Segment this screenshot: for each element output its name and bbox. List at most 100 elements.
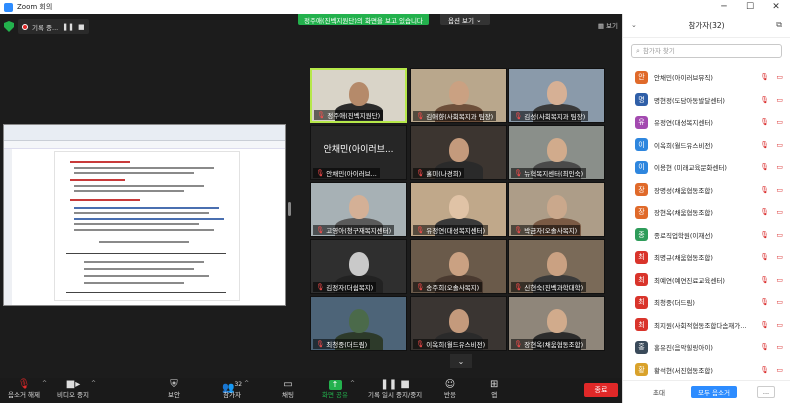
participant-video-tile[interactable]: 🎙 뉴혁목지센터(최인숙) [508,125,605,180]
doc-text-line [74,218,224,220]
invite-button[interactable]: 초대 [645,386,673,398]
participants-button[interactable]: 👥32 참가자 ^ [222,378,249,400]
mic-muted-icon: 🎙 [760,230,769,239]
participant-video-tile[interactable]: 🎙 유정연(대성복지센터) [410,182,507,237]
view-button[interactable]: ▦ 보기 [598,20,618,30]
stop-video-button[interactable]: ■▸ 비디오 중지 ^ [57,378,96,400]
mic-muted-icon: 🎙 [316,226,325,234]
participant-row[interactable]: 황 황석현(서진협동조합) 🎙 ▭ [623,359,790,382]
mic-muted-icon: 🎙 [514,283,523,291]
security-shield-icon[interactable] [4,21,14,32]
participant-row[interactable]: 종 종로직업학원(이재선) 🎙 ▭ [623,224,790,247]
mic-muted-icon: 🎙 [760,118,769,126]
share-screen-icon: ↑ [328,380,342,390]
participant-row[interactable]: 최 최지원(사회적협동조합다솜재가... 🎙 ▭ [623,314,790,337]
participant-video-tile[interactable]: 🎙 정주애(진벡지원단) [310,68,407,123]
participant-name: 최청중(더드림) [654,299,695,308]
share-options-caret[interactable]: ^ [350,380,355,387]
doc-text-line [74,167,214,169]
participant-name: 장명성(채움협동조합) [654,186,713,195]
unmute-button[interactable]: 🎙 음소거 해제 ^ [8,378,47,400]
end-meeting-button[interactable]: 종료 [584,383,618,397]
participant-name-label: 🎙 김정자(더쉼복지) [313,282,377,292]
participant-video-tile[interactable]: 🎙 홀미(나경희) [410,125,507,180]
participant-name: 뉴혁목지센터(최인숙) [524,170,584,178]
doc-text-line [70,179,125,181]
participant-row[interactable]: 유 유정연(대성복지센터) 🎙 ▭ [623,111,790,134]
participant-row[interactable]: 최 최청중(더드림) 🎙 ▭ [623,291,790,314]
participant-face [348,195,369,219]
avatar: 최 [635,250,648,264]
participant-video-tile[interactable]: 🎙 박금자(오솔사목지) [508,182,605,237]
participant-name: 안채민(아이러브뮤직) [654,74,713,83]
participant-face [448,309,469,333]
share-screen-button[interactable]: ↑ 화면 공유 ^ [322,378,355,400]
participant-name-label: 🎙 신현숙(진벡과학대학) [511,282,587,292]
security-label: 보안 [168,391,180,399]
popout-icon[interactable]: ⧉ [776,20,782,30]
doc-text-line [74,185,204,187]
participant-video-tile[interactable]: 🎙 최청중(더드림) [310,296,407,351]
apps-button[interactable]: ⊞ 앱 [490,378,498,400]
doc-text-line [84,282,184,284]
mic-muted-icon: 🎙 [760,73,769,81]
participant-video-tile[interactable]: 🎙 김성(사회복지과 팀장) [508,68,605,123]
participant-row[interactable]: 장 장명성(채움협동조합) 🎙 ▭ [623,179,790,202]
participant-video-tile[interactable]: 🎙 송주희(오솔사목지) [410,239,507,294]
participant-video-tile[interactable]: 🎙 이옥희(월드유스비전) [410,296,507,351]
minimize-button[interactable]: ─ [712,0,736,14]
stop-recording-icon[interactable]: ■ [78,23,85,31]
participant-name: 최예연(예연진료교육센터) [654,276,725,285]
participant-search[interactable]: ⌕ [631,44,782,58]
participants-options-caret[interactable]: ^ [244,380,249,387]
participant-name-label: 🎙 최청중(더드림) [313,339,371,349]
participant-face [546,195,567,219]
participant-row[interactable]: 안 안채민(아이러브뮤직) 🎙 ▭ [623,66,790,89]
participant-video-tile[interactable]: 안채민(아이러브... 🎙 안채민(아이러브... [310,125,407,180]
participant-name-label: 🎙 유정연(대성복지센터) [413,225,489,235]
doc-text-line [84,275,209,277]
meeting-area: 기록 중... ❚❚ ■ 정주애(진벡지원단)의 화면을 보고 있습니다 옵션 … [0,14,622,378]
video-options-caret[interactable]: ^ [91,380,96,387]
participant-video-tile[interactable]: 🎙 김애향(사회복지과 팀장) [410,68,507,123]
chat-button[interactable]: ▭ 채팅 [282,378,294,400]
panel-header: ⌄ 참가자(32) ⧉ [623,14,790,38]
gallery-scroll-down-button[interactable]: ⌄ [450,354,472,368]
participant-row[interactable]: 이 이옥희(월드유스비전) 🎙 ▭ [623,134,790,157]
pause-recording-icon[interactable]: ❚❚ [62,23,74,31]
participant-row[interactable]: 명 명현정(도담아동발달센터) 🎙 ▭ [623,89,790,112]
mute-all-button[interactable]: 모두 음소거 [691,386,737,398]
participant-video-tile[interactable]: 🎙 김정자(더쉼복지) [310,239,407,294]
participant-search-input[interactable] [642,47,773,55]
split-view-handle[interactable] [288,202,291,216]
close-window-button[interactable]: ✕ [764,0,788,14]
avatar: 황 [635,363,648,377]
participant-row[interactable]: 최 최명규(채움협동조합) 🎙 ▭ [623,246,790,269]
participant-video-tile[interactable]: 🎙 장현옥(채움협동조합) [508,296,605,351]
pause-stop-icon: ❚❚ ■ [380,379,410,390]
participant-row[interactable]: 최 최예연(예연진료교육센터) 🎙 ▭ [623,269,790,292]
collapse-panel-icon[interactable]: ⌄ [631,21,637,29]
participant-row[interactable]: 홍 홍유진(음악힐링아이) 🎙 ▭ [623,336,790,359]
participant-video-tile[interactable]: 🎙 고영아(청구재복지센터) [310,182,407,237]
audio-options-caret[interactable]: ^ [42,380,47,387]
participant-video-tile[interactable]: 🎙 신현숙(진벡과학대학) [508,239,605,294]
pause-stop-recording-button[interactable]: ❚❚ ■ 기록 일시 중지/중지 [368,378,422,400]
more-options-button[interactable]: ... [757,386,775,398]
participant-name: 이옥희(월드유스비전) [654,141,713,150]
maximize-button[interactable]: ☐ [738,0,762,14]
participant-face [546,309,567,333]
security-button[interactable]: ⛨ 보안 [168,378,180,400]
mic-muted-icon: 🎙 [514,169,523,177]
reactions-label: 반응 [444,391,456,399]
view-options-button[interactable]: 옵션 보기 ⌄ [440,14,490,25]
apps-grid-icon: ⊞ [490,379,499,390]
window-title: Zoom 회의 [17,3,53,11]
participant-row[interactable]: 장 장현옥(채움협동조합) 🎙 ▭ [623,201,790,224]
mic-muted-icon: 🎙 [317,111,326,119]
doc-text-line [74,229,214,231]
mic-muted-icon: 🎙 [760,140,769,149]
reactions-button[interactable]: ☺ 반응 [444,378,456,400]
participant-row[interactable]: 이 이용현 (미래교육문화센터) 🎙 ▭ [623,156,790,179]
avatar: 안 [635,70,648,84]
